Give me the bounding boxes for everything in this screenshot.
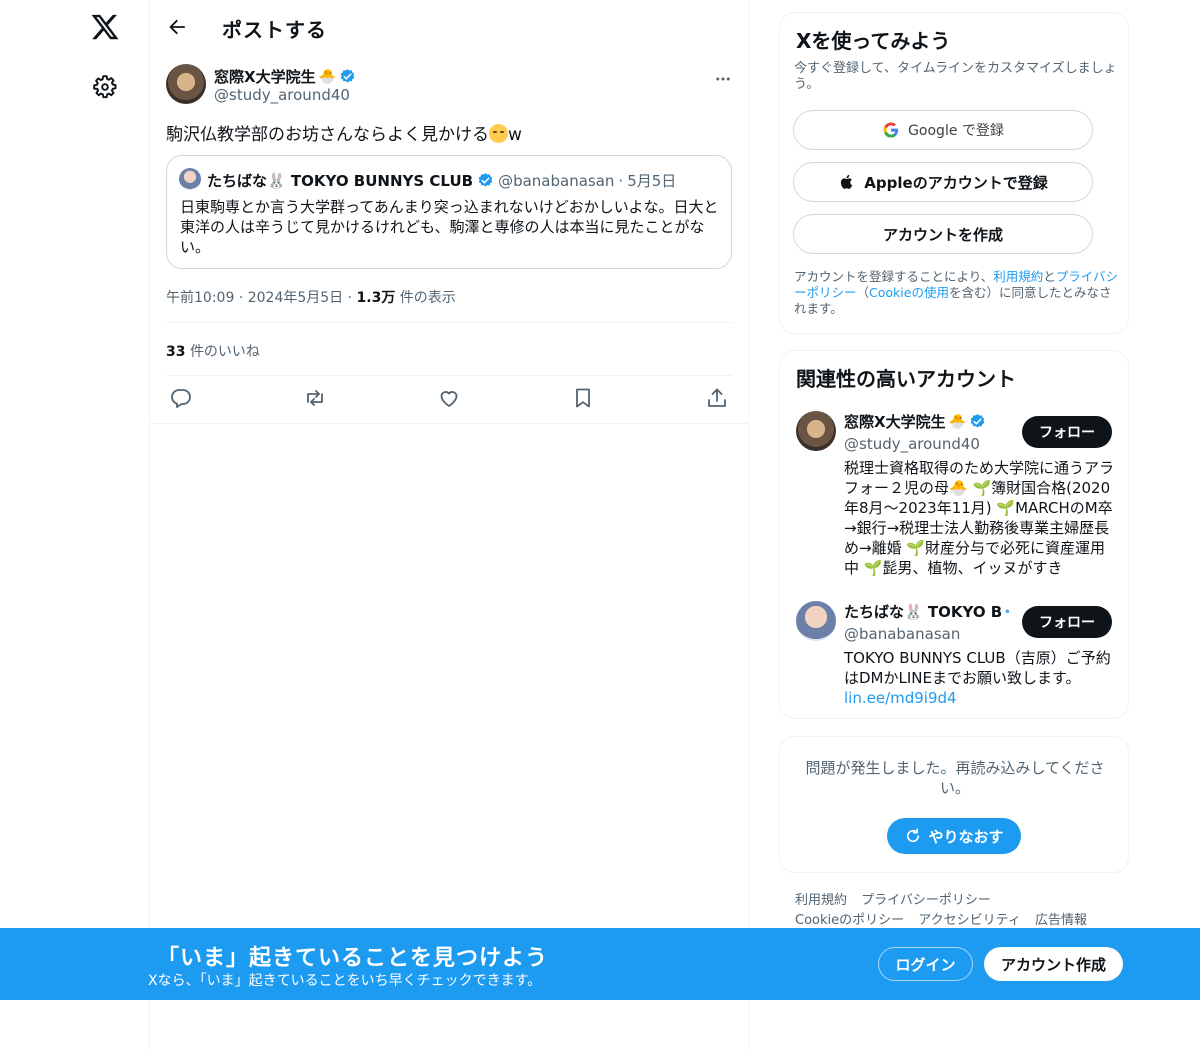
- likes-row[interactable]: 33 件のいいね: [166, 341, 260, 361]
- signup-legal-text: アカウントを登録することにより、利用規約とプライバシーポリシー（Cookieの使…: [794, 269, 1120, 317]
- chick-emoji: 🐣: [318, 68, 337, 85]
- footer-link-ads[interactable]: 広告情報: [1035, 913, 1087, 928]
- recommended-account[interactable]: たちばな🐰 TOKYO B @banabanasan フォロー TOKYO BU…: [796, 601, 1114, 707]
- error-message: 問題が発生しました。再読み込みしてください。: [805, 759, 1105, 797]
- banner-subtitle: Xなら、「いま」起きていることをいち早くチェックできます。: [148, 973, 542, 989]
- apple-signup-label: Appleのアカウントで登録: [864, 173, 1048, 192]
- recommended-accounts-card: 関連性の高いアカウント 窓際X大学院生 🐣 @study_around40 フォ…: [779, 350, 1129, 719]
- likes-label: 件のいいね: [189, 344, 260, 360]
- footer-link-terms[interactable]: 利用規約: [795, 893, 847, 908]
- quote-text: 日東駒専とか言う大学群ってあんまり突っ込まれないけどおかしいよな。日大と東洋の人…: [180, 198, 719, 256]
- verified-badge-icon: [1005, 609, 1010, 614]
- retry-label: やりなおす: [928, 827, 1004, 846]
- quote-handle: @banabanasan: [498, 171, 615, 190]
- left-nav: [0, 0, 150, 1050]
- repost-icon[interactable]: [303, 386, 327, 410]
- quote-header: たちばな🐰 TOKYO BUNNYS CLUB @banabanasan · 5…: [207, 170, 676, 191]
- likes-count: 33: [166, 344, 186, 360]
- apple-icon: [841, 174, 853, 189]
- views-count: 1.3万: [356, 290, 396, 306]
- x-logo-icon[interactable]: [90, 12, 120, 42]
- signup-title: Xを使ってみよう: [796, 29, 951, 53]
- thinking-face-emoji-icon: [489, 124, 508, 143]
- follow-button[interactable]: フォロー: [1022, 606, 1112, 638]
- terms-link[interactable]: 利用規約: [993, 269, 1043, 284]
- verified-badge-icon: [478, 173, 493, 187]
- verified-badge-icon: [340, 69, 355, 83]
- bookmark-icon[interactable]: [571, 386, 595, 410]
- apple-signup-button[interactable]: Appleのアカウントで登録: [793, 162, 1093, 202]
- post-time[interactable]: 午前10:09: [166, 290, 234, 306]
- signup-subtitle: 今すぐ登録して、タイムラインをカスタマイズしましょう。: [794, 61, 1117, 92]
- recommended-title: 関連性の高いアカウント: [796, 367, 1016, 391]
- account-name: 窓際X大学院生: [844, 413, 946, 431]
- account-avatar[interactable]: [796, 601, 836, 641]
- post-date[interactable]: 2024年5月5日: [248, 290, 343, 306]
- quote-avatar: [179, 168, 201, 190]
- google-icon: [883, 122, 899, 138]
- account-bio: 税理士資格取得のため大学院に通うアラフォー２児の母🐣 🌱簿財国合格(2020年8…: [844, 459, 1115, 577]
- more-icon[interactable]: [714, 70, 732, 88]
- create-account-banner-button[interactable]: アカウント作成: [984, 947, 1123, 981]
- account-bio-link[interactable]: lin.ee/md9i9d4: [844, 689, 957, 707]
- gear-icon[interactable]: [92, 74, 118, 100]
- post-text-suffix: w: [508, 125, 522, 145]
- footer-link-cookie[interactable]: Cookieのポリシー: [795, 913, 904, 928]
- author-avatar[interactable]: [166, 64, 206, 104]
- account-handle: @study_around40: [844, 435, 980, 453]
- post-actions: [166, 386, 732, 412]
- quote-author-name: たちばな🐰 TOKYO BUNNYS CLUB: [207, 172, 474, 190]
- divider: [166, 375, 732, 376]
- footer-link-privacy[interactable]: プライバシーポリシー: [861, 893, 991, 908]
- author-handle[interactable]: @study_around40: [214, 86, 350, 104]
- page-title: ポストする: [222, 18, 327, 42]
- share-icon[interactable]: [705, 386, 729, 410]
- account-name-row[interactable]: 窓際X大学院生 🐣: [844, 411, 986, 432]
- refresh-icon: [907, 828, 920, 843]
- verified-badge-icon: [970, 414, 985, 428]
- account-name-row[interactable]: たちばな🐰 TOKYO B: [844, 601, 1010, 622]
- cookie-link[interactable]: Cookieの使用: [869, 285, 949, 300]
- legal-open: （: [856, 285, 870, 300]
- quote-date: 5月5日: [627, 172, 677, 190]
- back-arrow-icon[interactable]: [166, 16, 188, 38]
- quoted-post[interactable]: たちばな🐰 TOKYO BUNNYS CLUB @banabanasan · 5…: [166, 155, 732, 269]
- google-signup-label: Google で登録: [908, 123, 1004, 139]
- login-button[interactable]: ログイン: [878, 947, 973, 981]
- signup-card: Xを使ってみよう 今すぐ登録して、タイムラインをカスタマイズしましょう。 Goo…: [779, 12, 1129, 334]
- quote-separator: ·: [618, 171, 624, 190]
- divider: [166, 322, 732, 323]
- account-bio-text: TOKYO BUNNYS CLUB（吉原）ご予約はDMかLINEまでお願い致しま…: [844, 649, 1111, 687]
- signup-banner: 「いま」起きていることを見つけよう Xなら、「いま」起きていることをいち早くチェ…: [0, 928, 1200, 1000]
- main-column: ポストする 窓際X大学院生 🐣 @study_around40 駒沢仏教学部のお…: [150, 0, 749, 1050]
- retry-button[interactable]: やりなおす: [887, 818, 1021, 854]
- footer-links: 利用規約 プライバシーポリシー Cookieのポリシー アクセシビリティ 広告情…: [795, 891, 1115, 931]
- legal-prefix: アカウントを登録することにより、: [794, 269, 994, 284]
- like-heart-icon[interactable]: [437, 386, 461, 410]
- footer-link-accessibility[interactable]: アクセシビリティ: [918, 913, 1021, 928]
- divider: [150, 423, 749, 424]
- create-account-button[interactable]: アカウントを作成: [793, 214, 1093, 254]
- account-avatar[interactable]: [796, 411, 836, 451]
- legal-and: と: [1043, 269, 1056, 284]
- post-text: 駒沢仏教学部のお坊さんならよく見かける w: [166, 120, 522, 145]
- error-card: 問題が発生しました。再読み込みしてください。 やりなおす: [779, 736, 1129, 873]
- post-meta: 午前10:09 · 2024年5月5日 · 1.3万 件の表示: [166, 287, 456, 307]
- author-row[interactable]: 窓際X大学院生 🐣: [214, 66, 356, 87]
- post-text-body: 駒沢仏教学部のお坊さんならよく見かける: [166, 125, 489, 145]
- google-signup-button[interactable]: Google で登録: [793, 110, 1093, 150]
- account-handle: @banabanasan: [844, 625, 961, 643]
- meta-dot: ·: [238, 290, 244, 306]
- author-name: 窓際X大学院生: [214, 68, 316, 86]
- meta-dot: ·: [347, 290, 353, 306]
- chick-emoji: 🐣: [948, 413, 967, 430]
- header: ポストする: [150, 0, 749, 56]
- follow-button[interactable]: フォロー: [1022, 416, 1112, 448]
- recommended-account[interactable]: 窓際X大学院生 🐣 @study_around40 フォロー 税理士資格取得のた…: [796, 411, 1114, 581]
- banner-title: 「いま」起きていることを見つけよう: [157, 946, 549, 971]
- reply-icon[interactable]: [169, 386, 193, 410]
- account-bio: TOKYO BUNNYS CLUB（吉原）ご予約はDMかLINEまでお願い致しま…: [844, 648, 1114, 708]
- account-name: たちばな🐰 TOKYO B: [844, 603, 1003, 621]
- views-label: 件の表示: [399, 290, 456, 306]
